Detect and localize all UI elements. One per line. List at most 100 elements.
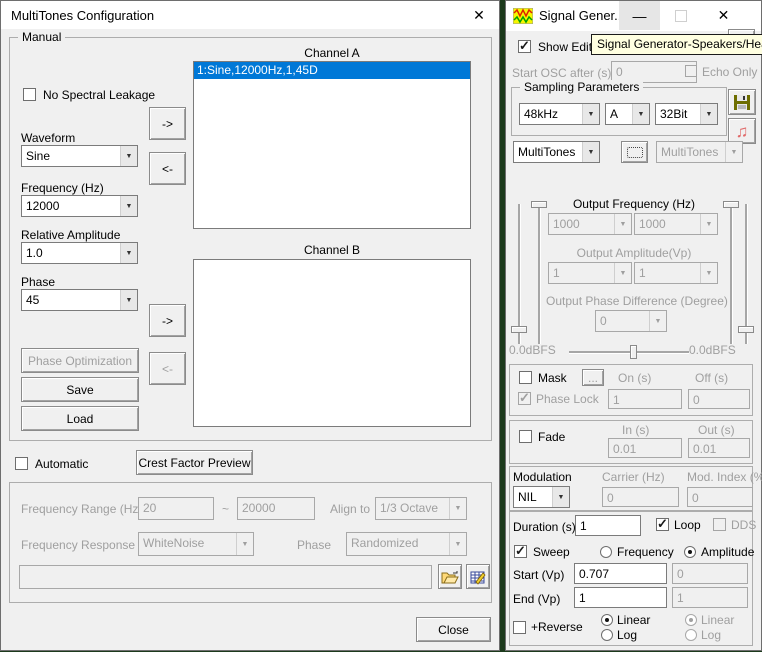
- linear-radio-a[interactable]: [601, 614, 613, 626]
- mask-on-field[interactable]: 1: [608, 389, 682, 409]
- frequency-range-to-field[interactable]: 20000: [237, 497, 315, 520]
- start-vp-b-field[interactable]: 0: [672, 563, 748, 584]
- mask-label: Mask: [538, 371, 567, 385]
- output-frequency-b-select[interactable]: 1000▼: [634, 213, 718, 235]
- relative-amplitude-select[interactable]: 1.0▼: [21, 242, 138, 264]
- sampling-channel-select[interactable]: A▼: [605, 103, 650, 125]
- reverse-checkbox[interactable]: [513, 621, 526, 634]
- auto-phase-select[interactable]: Randomized▼: [346, 532, 467, 556]
- sampling-rate-select[interactable]: 48kHz▼: [519, 103, 600, 125]
- chevron-down-icon[interactable]: ▼: [582, 104, 599, 124]
- mask-more-button[interactable]: ...: [582, 369, 604, 386]
- end-vp-field[interactable]: 1: [574, 587, 667, 608]
- load-button[interactable]: Load: [21, 406, 139, 431]
- sweep-frequency-radio[interactable]: [600, 546, 612, 558]
- screen: MultiTones Configuration ✕ Manual No Spe…: [0, 0, 762, 652]
- mod-index-label: Mod. Index (%): [687, 470, 762, 484]
- fade-checkbox[interactable]: [519, 430, 532, 443]
- save-wave-button[interactable]: [728, 89, 756, 115]
- chevron-down-icon: ▼: [449, 498, 466, 519]
- chevron-down-icon[interactable]: ▼: [700, 104, 717, 124]
- chevron-down-icon[interactable]: ▼: [120, 146, 137, 166]
- dds-checkbox[interactable]: [713, 518, 726, 531]
- loop-label: Loop: [674, 518, 701, 532]
- align-to-select[interactable]: 1/3 Octave▼: [375, 497, 467, 520]
- wave-type-a-select[interactable]: MultiTones▼: [513, 141, 600, 163]
- chevron-down-icon[interactable]: ▼: [120, 196, 137, 216]
- phase-select[interactable]: 45▼: [21, 289, 138, 311]
- level-slider-handle-b-left[interactable]: [531, 201, 547, 208]
- crest-factor-preview-button[interactable]: Crest Factor Preview: [136, 450, 253, 475]
- maximize-icon[interactable]: [660, 1, 701, 30]
- sweep-checkbox[interactable]: [514, 545, 527, 558]
- carrier-field[interactable]: 0: [602, 487, 679, 507]
- music-note-icon: ♫: [736, 123, 749, 140]
- add-to-channel-b-button[interactable]: ->: [149, 304, 186, 337]
- chevron-down-icon[interactable]: ▼: [582, 142, 599, 162]
- signal-generator-title: Signal Gener...: [539, 8, 625, 23]
- output-frequency-a-select[interactable]: 1000▼: [548, 213, 632, 235]
- frequency-response-select[interactable]: WhiteNoise▼: [138, 532, 254, 556]
- modulation-label: Modulation: [513, 470, 572, 484]
- level-slider-handle-a-left[interactable]: [511, 326, 527, 333]
- chevron-down-icon[interactable]: ▼: [552, 487, 569, 507]
- open-file-button[interactable]: [438, 564, 462, 589]
- close-icon[interactable]: ✕: [701, 1, 746, 30]
- phase-lock-label: Phase Lock: [536, 392, 599, 406]
- sweep-amplitude-radio[interactable]: [684, 546, 696, 558]
- linear-radio-b[interactable]: [685, 614, 697, 626]
- output-amplitude-b-select[interactable]: 1▼: [634, 262, 718, 284]
- level-slider-handle-b-right[interactable]: [723, 201, 739, 208]
- no-spectral-leakage-checkbox[interactable]: [23, 88, 36, 101]
- output-phase-difference-label: Output Phase Difference (Degree): [546, 294, 722, 308]
- multitones-config-button[interactable]: [621, 141, 648, 163]
- fade-in-label: In (s): [622, 423, 649, 437]
- mask-off-field[interactable]: 0: [688, 389, 750, 409]
- modulation-type-select[interactable]: NIL▼: [513, 486, 570, 508]
- chevron-down-icon[interactable]: ▼: [120, 243, 137, 263]
- mask-checkbox[interactable]: [519, 371, 532, 384]
- channel-a-item[interactable]: 1:Sine,12000Hz,1,45D: [194, 62, 470, 79]
- phase-lock-checkbox[interactable]: [518, 392, 531, 405]
- waveform-select[interactable]: Sine▼: [21, 145, 138, 167]
- file-path-field[interactable]: [19, 565, 432, 589]
- sweep-amplitude-label: Amplitude: [701, 545, 754, 559]
- channel-a-list[interactable]: 1:Sine,12000Hz,1,45D: [193, 61, 471, 229]
- add-to-channel-a-button[interactable]: ->: [149, 107, 186, 140]
- close-icon[interactable]: ✕: [463, 1, 495, 29]
- chevron-down-icon[interactable]: ▼: [120, 290, 137, 310]
- minimize-icon[interactable]: —: [619, 1, 660, 30]
- end-vp-b-field[interactable]: 1: [672, 587, 748, 608]
- chevron-down-icon[interactable]: ▼: [632, 104, 649, 124]
- output-amplitude-a-select[interactable]: 1▼: [548, 262, 632, 284]
- phase-optimization-button[interactable]: Phase Optimization: [21, 348, 139, 373]
- level-slider-handle-a-right[interactable]: [738, 326, 754, 333]
- loop-checkbox[interactable]: [656, 518, 669, 531]
- save-button[interactable]: Save: [21, 377, 139, 402]
- open-folder-icon: [441, 570, 459, 584]
- automatic-checkbox[interactable]: [15, 457, 28, 470]
- mod-index-field[interactable]: 0: [687, 487, 753, 507]
- edit-table-button[interactable]: [466, 564, 490, 589]
- close-button[interactable]: Close: [416, 617, 491, 642]
- show-editor-checkbox[interactable]: [518, 40, 531, 53]
- wave-type-b-select[interactable]: MultiTones▼: [656, 141, 743, 163]
- balance-slider-handle[interactable]: [630, 345, 637, 359]
- sampling-bits-select[interactable]: 32Bit▼: [655, 103, 718, 125]
- start-vp-field[interactable]: 0.707: [574, 563, 667, 584]
- log-radio-b[interactable]: [685, 629, 697, 641]
- frequency-select[interactable]: 12000▼: [21, 195, 138, 217]
- dotted-rect-icon: [627, 147, 643, 158]
- remove-from-channel-b-button[interactable]: <-: [149, 352, 186, 385]
- duration-field[interactable]: 1: [575, 515, 641, 536]
- fade-out-field[interactable]: 0.01: [688, 438, 750, 458]
- log-radio-a[interactable]: [601, 629, 613, 641]
- echo-only-checkbox[interactable]: [685, 65, 697, 77]
- output-phase-difference-select[interactable]: 0▼: [595, 310, 667, 332]
- chevron-down-icon: ▼: [700, 214, 717, 234]
- frequency-range-from-field[interactable]: 20: [138, 497, 214, 520]
- fade-in-field[interactable]: 0.01: [608, 438, 682, 458]
- channel-b-list[interactable]: [193, 259, 471, 427]
- remove-from-channel-a-button[interactable]: <-: [149, 152, 186, 185]
- end-vp-label: End (Vp): [513, 592, 560, 606]
